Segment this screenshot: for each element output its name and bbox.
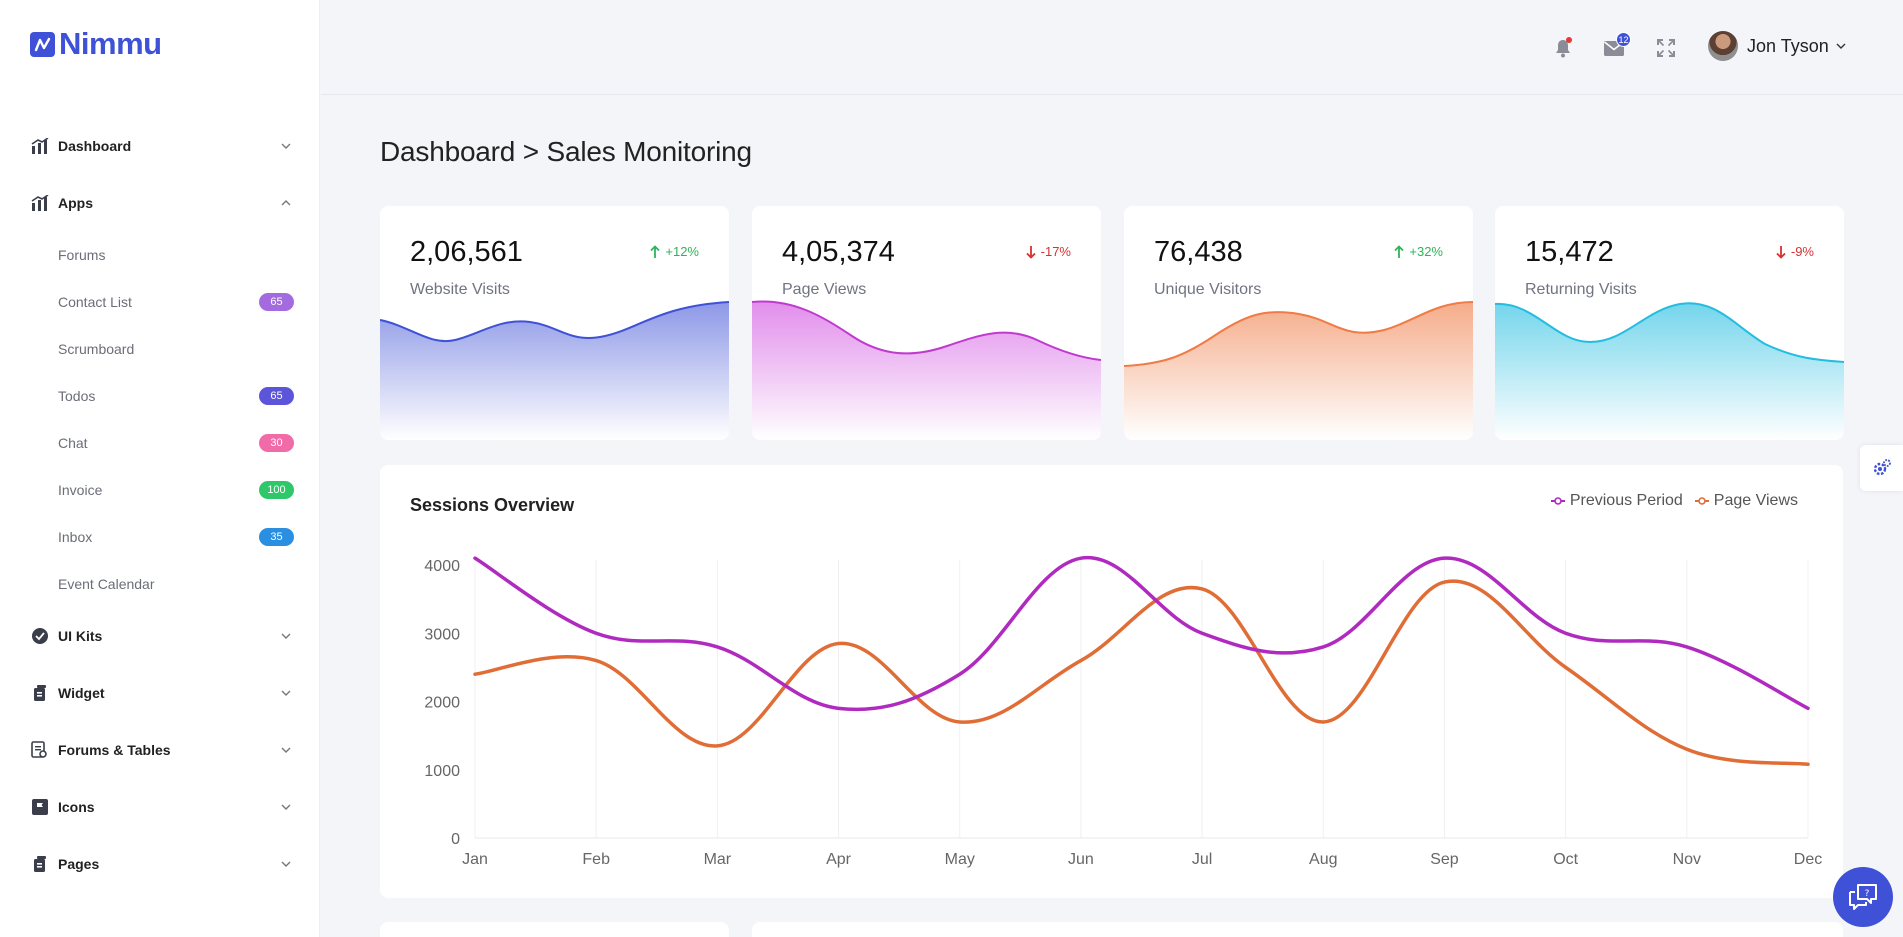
brand-logo[interactable]: Nimmu xyxy=(30,26,162,62)
bottom-card-right xyxy=(752,922,1843,937)
count-badge: 35 xyxy=(259,527,294,546)
sidebar-group-label: Icons xyxy=(58,798,95,815)
sidebar-item-label: Scrumboard xyxy=(58,340,135,357)
sidebar-group-pages[interactable]: Pages xyxy=(0,835,320,892)
sidebar-nav: Dashboard Apps Forums Contact List 65 Sc… xyxy=(0,117,320,892)
sidebar-item-forums[interactable]: Forums xyxy=(0,231,320,278)
sparkline-area xyxy=(380,301,729,440)
y-tick-label: 1000 xyxy=(424,763,460,780)
x-tick-label: Aug xyxy=(1309,851,1337,868)
user-name: Jon Tyson xyxy=(1747,35,1829,56)
sidebar-item-label: Inbox xyxy=(58,528,93,545)
sidebar-group-apps[interactable]: Apps xyxy=(0,174,320,231)
x-tick-label: Jul xyxy=(1192,851,1212,868)
series-line-previous-period xyxy=(473,555,1810,712)
sidebar-item-label: Todos xyxy=(58,387,96,404)
y-tick-label: 2000 xyxy=(424,695,460,712)
y-tick-label: 0 xyxy=(451,831,460,848)
check-circle-icon xyxy=(30,626,49,645)
settings-gear-icon[interactable] xyxy=(1860,445,1903,491)
x-tick-label: Dec xyxy=(1794,851,1822,868)
bottom-card-left xyxy=(380,922,729,937)
count-badge: 30 xyxy=(259,433,294,452)
x-tick-label: Oct xyxy=(1553,851,1578,868)
logo-mark-icon xyxy=(30,31,55,57)
chevron-down-icon xyxy=(1836,43,1846,49)
chart-icon xyxy=(30,193,49,212)
brand-name: Nimmu xyxy=(59,26,162,61)
sparkline-area xyxy=(1495,302,1844,440)
page-title: Dashboard > Sales Monitoring xyxy=(380,136,752,167)
sidebar-item-inbox[interactable]: Inbox 35 xyxy=(0,513,320,560)
chevron-down-icon xyxy=(281,690,291,696)
stat-card-unique-visitors: 76,438 Unique Visitors +32% xyxy=(1124,206,1473,440)
table-icon xyxy=(30,740,49,759)
chevron-down-icon xyxy=(281,747,291,753)
notification-dot xyxy=(1566,37,1572,43)
stat-card-page-views: 4,05,374 Page Views -17% xyxy=(752,206,1101,440)
count-badge: 100 xyxy=(259,480,294,499)
flag-icon xyxy=(30,797,49,816)
chevron-down-icon xyxy=(281,143,291,149)
sidebar-item-event-calendar[interactable]: Event Calendar xyxy=(0,560,320,607)
sidebar-item-label: Chat xyxy=(58,434,88,451)
sidebar-item-contact-list[interactable]: Contact List 65 xyxy=(0,278,320,325)
stat-card-returning-visits: 15,472 Returning Visits -9% xyxy=(1495,206,1844,440)
widget-icon xyxy=(30,683,49,702)
sidebar-group-widget[interactable]: Widget xyxy=(0,664,320,721)
sidebar-group-ui-kits[interactable]: UI Kits xyxy=(0,607,320,664)
user-menu[interactable]: Jon Tyson xyxy=(1708,31,1847,61)
x-tick-label: Feb xyxy=(582,851,610,868)
y-tick-label: 4000 xyxy=(424,558,460,575)
sidebar-item-scrumboard[interactable]: Scrumboard xyxy=(0,325,320,372)
apps-submenu: Forums Contact List 65 Scrumboard Todos … xyxy=(0,231,320,607)
sidebar: Nimmu Dashboard Apps Forums Contact List xyxy=(0,0,320,937)
x-tick-label: Apr xyxy=(826,851,852,868)
sidebar-item-todos[interactable]: Todos 65 xyxy=(0,372,320,419)
x-tick-label: Nov xyxy=(1673,851,1701,868)
notification-bell-icon[interactable] xyxy=(1551,36,1575,60)
x-tick-label: Sep xyxy=(1430,851,1459,868)
sidebar-group-icons[interactable]: Icons xyxy=(0,778,320,835)
avatar xyxy=(1708,31,1738,61)
chevron-up-icon xyxy=(281,199,291,205)
sidebar-item-chat[interactable]: Chat 30 xyxy=(0,419,320,466)
x-tick-label: Jun xyxy=(1068,851,1094,868)
pages-icon xyxy=(30,854,49,873)
fullscreen-icon[interactable] xyxy=(1654,36,1678,60)
count-badge: 65 xyxy=(259,386,294,405)
y-tick-label: 3000 xyxy=(424,626,460,643)
sidebar-group-label: Forums & Tables xyxy=(58,741,171,758)
message-count-badge: 12 xyxy=(1616,32,1631,47)
sidebar-group-forums-tables[interactable]: Forums & Tables xyxy=(0,721,320,778)
sidebar-item-label: Event Calendar xyxy=(58,575,155,592)
sidebar-group-dashboard[interactable]: Dashboard xyxy=(0,117,320,174)
sidebar-group-label: Widget xyxy=(58,684,105,701)
sidebar-group-label: Pages xyxy=(58,855,100,872)
count-badge: 65 xyxy=(259,292,294,311)
sidebar-item-label: Forums xyxy=(58,246,106,263)
series-line-page-views xyxy=(473,579,1810,767)
chevron-down-icon xyxy=(281,861,291,867)
chart-icon xyxy=(30,136,49,155)
sidebar-item-label: Contact List xyxy=(58,293,132,310)
sparkline-area xyxy=(1124,301,1473,440)
x-tick-label: May xyxy=(945,851,975,868)
sidebar-group-label: Apps xyxy=(58,194,93,211)
x-tick-label: Mar xyxy=(704,851,732,868)
support-chat-icon[interactable]: ? xyxy=(1833,867,1893,927)
svg-text:?: ? xyxy=(1865,889,1870,899)
chevron-down-icon xyxy=(281,804,291,810)
x-tick-label: Jan xyxy=(462,851,488,868)
sidebar-item-invoice[interactable]: Invoice 100 xyxy=(0,466,320,513)
sessions-line-chart: 4000 3000 2000 1000 0Jan Feb Mar Apr May Jun Jul Au… xyxy=(424,555,1822,868)
sidebar-item-label: Invoice xyxy=(58,481,103,498)
sparkline-area xyxy=(752,300,1101,440)
chevron-down-icon xyxy=(281,633,291,639)
sidebar-group-label: Dashboard xyxy=(58,137,132,154)
sessions-overview-card: Sessions Overview Previous Period Page V… xyxy=(380,465,1843,898)
mail-icon[interactable]: 12 xyxy=(1602,32,1631,60)
stat-card-website-visits: 2,06,561 Website Visits +12% xyxy=(380,206,729,440)
sidebar-group-label: UI Kits xyxy=(58,627,103,644)
